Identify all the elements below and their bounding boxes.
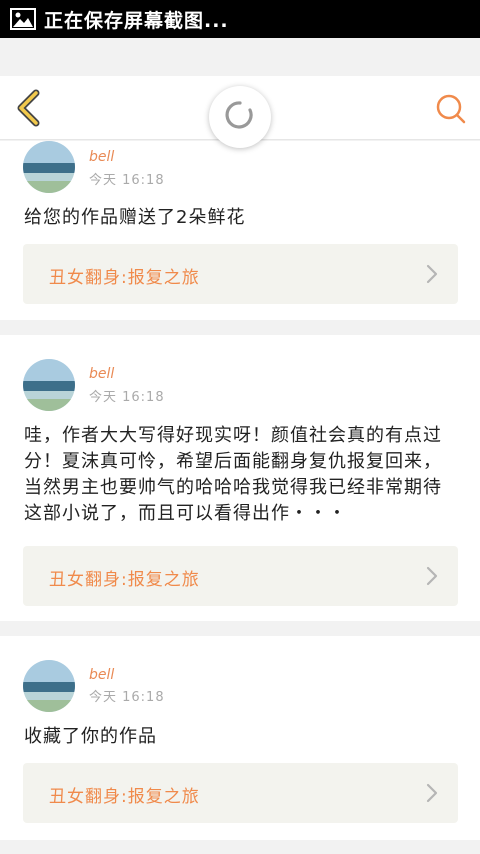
work-title: 丑女翻身:报复之旅: [49, 787, 200, 807]
refresh-icon: [223, 98, 257, 136]
username[interactable]: bell: [89, 366, 114, 382]
spacer: [0, 38, 480, 76]
timestamp: 今天 16:18: [89, 690, 165, 705]
username[interactable]: bell: [89, 667, 114, 683]
message-text: 收藏了你的作品: [24, 726, 157, 747]
status-text: 正在保存屏幕截图...: [44, 9, 229, 32]
image-icon: [10, 8, 36, 30]
work-title: 丑女翻身:报复之旅: [49, 268, 200, 288]
back-arrow-icon[interactable]: [12, 88, 44, 128]
feed-card: bell 今天 16:18 哇，作者大大写得好现实呀！颜值社会真的有点过分！夏沫…: [0, 335, 480, 621]
work-link[interactable]: 丑女翻身:报复之旅: [23, 763, 458, 823]
work-link[interactable]: 丑女翻身:报复之旅: [23, 546, 458, 606]
feed-card: bell 今天 16:18 收藏了你的作品 丑女翻身:报复之旅: [0, 636, 480, 840]
timestamp: 今天 16:18: [89, 390, 165, 405]
avatar[interactable]: [23, 359, 75, 411]
chevron-right-icon: [426, 263, 438, 285]
message-text: 哇，作者大大写得好现实呀！颜值社会真的有点过分！夏沫真可怜，希望后面能翻身复仇报…: [24, 425, 442, 524]
chevron-right-icon: [426, 565, 438, 587]
work-title: 丑女翻身:报复之旅: [49, 570, 200, 590]
message-text: 给您的作品赠送了2朵鲜花: [24, 207, 246, 228]
feed-card: bell 今天 16:18 给您的作品赠送了2朵鲜花 丑女翻身:报复之旅: [0, 141, 480, 320]
status-bar: 正在保存屏幕截图...: [0, 0, 480, 38]
refresh-indicator: [209, 86, 271, 148]
avatar[interactable]: [23, 141, 75, 193]
search-icon[interactable]: [434, 92, 468, 126]
timestamp: 今天 16:18: [89, 173, 165, 188]
chevron-right-icon: [426, 782, 438, 804]
username[interactable]: bell: [89, 149, 114, 165]
work-link[interactable]: 丑女翻身:报复之旅: [23, 244, 458, 304]
avatar[interactable]: [23, 660, 75, 712]
